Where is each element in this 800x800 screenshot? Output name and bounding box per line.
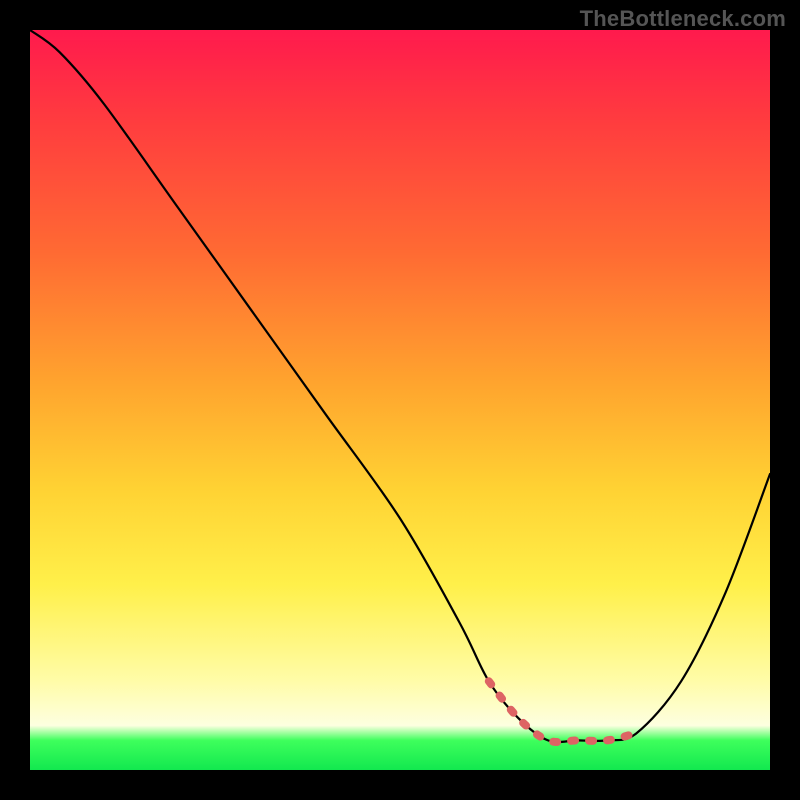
bottleneck-curve-path: [30, 30, 770, 742]
watermark-text: TheBottleneck.com: [580, 6, 786, 32]
optimal-range-path: [489, 681, 637, 742]
chart-svg: [30, 30, 770, 770]
chart-frame: TheBottleneck.com: [0, 0, 800, 800]
chart-plot-area: [30, 30, 770, 770]
